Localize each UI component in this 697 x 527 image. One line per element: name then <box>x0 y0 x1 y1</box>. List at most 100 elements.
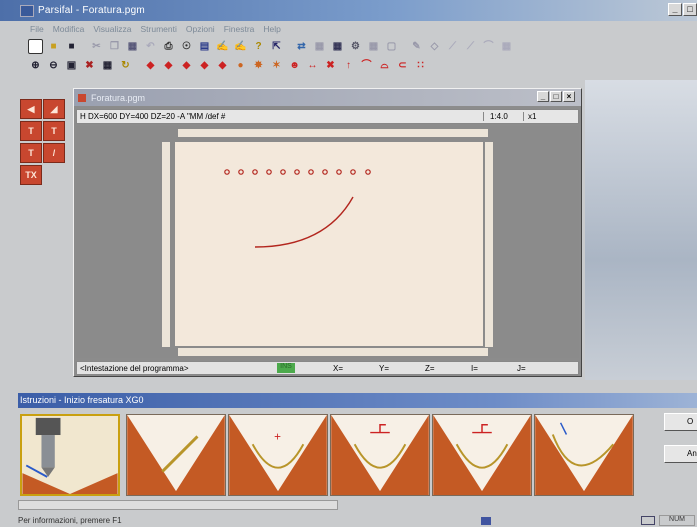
multiplier-field[interactable]: x1 <box>523 112 578 121</box>
status-indicator-icon <box>481 516 491 525</box>
document-icon <box>78 93 86 102</box>
pencil-icon[interactable]: ✎ <box>409 39 424 54</box>
arc-cw-icon[interactable]: ⌒ <box>359 58 374 73</box>
copy-icon[interactable]: ❐ <box>107 39 122 54</box>
grid-dots-icon[interactable]: ∷ <box>413 58 428 73</box>
settings-icon[interactable]: ⚙ <box>348 39 363 54</box>
ruler-left <box>162 142 170 347</box>
line-icon[interactable]: ⟋ <box>445 39 460 54</box>
instr-arc-tangent[interactable] <box>330 414 430 496</box>
new-icon[interactable] <box>28 39 43 54</box>
zoom-all-icon[interactable]: ✖ <box>82 58 97 73</box>
palette-drill-icon[interactable]: T <box>20 121 42 141</box>
instruction-palette: + O Ann <box>18 409 697 497</box>
command-line-input[interactable]: H DX=600 DY=400 DZ=20 -A "MM /def # <box>77 112 483 121</box>
doc-maximize-button[interactable]: □ <box>550 91 562 102</box>
view-icon[interactable]: ▢ <box>384 39 399 54</box>
palette-drill2-icon[interactable]: T <box>43 121 65 141</box>
scale-field[interactable]: 1:4.0 <box>483 112 523 121</box>
palette-drill3-icon[interactable]: T <box>20 143 42 163</box>
menu-strumenti[interactable]: Strumenti <box>140 24 176 34</box>
target-icon[interactable]: ☉ <box>179 39 194 54</box>
zoom-in-icon[interactable]: ⊕ <box>28 58 43 73</box>
layer4-icon[interactable]: ◆ <box>197 58 212 73</box>
zoom-window-icon[interactable]: ▣ <box>64 58 79 73</box>
pan-icon[interactable]: ▦ <box>100 58 115 73</box>
tool-palette: ◀ ◢ T T T / TX <box>20 99 68 187</box>
status-resize-icon <box>641 516 655 525</box>
svg-text:+: + <box>274 430 281 443</box>
palette-fill-icon[interactable]: ◀ <box>20 99 42 119</box>
menu-opzioni[interactable]: Opzioni <box>186 24 215 34</box>
person-icon[interactable]: ☻ <box>287 58 302 73</box>
command-bar: H DX=600 DY=400 DZ=20 -A "MM /def # 1:4.… <box>76 109 579 124</box>
drill-hole <box>294 169 300 175</box>
grid-icon[interactable]: ▦ <box>312 39 327 54</box>
print-icon[interactable]: ⎙ <box>161 39 176 54</box>
calc-icon[interactable]: ▦ <box>366 39 381 54</box>
mirror-y-icon[interactable]: ↑ <box>341 58 356 73</box>
menu-finestra[interactable]: Finestra <box>224 24 255 34</box>
shape-icon[interactable]: ◇ <box>427 39 442 54</box>
cancel-button[interactable]: Ann <box>664 445 697 463</box>
drill-icon[interactable]: ▤ <box>197 39 212 54</box>
app-title: Parsifal - Foratura.pgm <box>38 5 145 16</box>
arc-tangent-icon <box>331 415 429 495</box>
instructions-title: Istruzioni - Inizio fresatura XG0 <box>18 393 697 408</box>
ok-button[interactable]: O <box>664 413 697 431</box>
minimize-button[interactable]: _ <box>668 3 682 16</box>
move-x-icon[interactable]: ↔ <box>305 58 320 73</box>
drill-hole <box>252 169 258 175</box>
instr-line[interactable] <box>126 414 226 496</box>
instr-arc-point[interactable] <box>534 414 634 496</box>
coord-y: Y= <box>379 363 390 373</box>
paste-icon[interactable]: ▦ <box>125 39 140 54</box>
help-icon[interactable]: ? <box>251 39 266 54</box>
instr-arc-tangent-2[interactable] <box>432 414 532 496</box>
mirror-x-icon[interactable]: ✖ <box>323 58 338 73</box>
drawing-canvas[interactable] <box>76 126 579 358</box>
save-icon[interactable]: ■ <box>64 39 79 54</box>
menu-file[interactable]: File <box>30 24 44 34</box>
undo-icon[interactable]: ↶ <box>143 39 158 54</box>
tool2-icon[interactable]: ✍ <box>233 39 248 54</box>
ruler-bottom <box>178 348 488 356</box>
open-icon[interactable]: ■ <box>46 39 61 54</box>
zoom-out-icon[interactable]: ⊖ <box>46 58 61 73</box>
chamfer-icon[interactable]: ⊂ <box>395 58 410 73</box>
snap3-icon[interactable]: ✶ <box>269 58 284 73</box>
main-toolbar: ■ ■ ✂ ❐ ▦ ↶ ⎙ ☉ ▤ ✍ ✍ ? ⇱ ⇄ ▦ ▦ ⚙ ▦ ▢ ✎ … <box>28 37 697 56</box>
horizontal-scrollbar[interactable] <box>18 500 338 510</box>
snap2-icon[interactable]: ✸ <box>251 58 266 73</box>
layer5-icon[interactable]: ◆ <box>215 58 230 73</box>
restore-button[interactable]: □ <box>683 3 697 16</box>
arc-ccw-icon[interactable]: ⌓ <box>377 58 392 73</box>
keypad-icon[interactable]: ▦ <box>499 39 514 54</box>
layer3-icon[interactable]: ◆ <box>179 58 194 73</box>
flip-icon[interactable]: ⇄ <box>294 39 309 54</box>
workpiece-sheet[interactable] <box>175 142 483 346</box>
instr-arc-center[interactable]: + <box>228 414 328 496</box>
snap-icon[interactable]: ● <box>233 58 248 73</box>
menu-visualizza[interactable]: Visualizza <box>93 24 131 34</box>
ruler-top <box>178 129 488 137</box>
cut-icon[interactable]: ✂ <box>89 39 104 54</box>
table-icon[interactable]: ▦ <box>330 39 345 54</box>
cursor-icon[interactable]: ⟋ <box>463 39 478 54</box>
arc-icon[interactable]: ⌒ <box>481 39 496 54</box>
menu-help[interactable]: Help <box>263 24 280 34</box>
menu-modifica[interactable]: Modifica <box>53 24 85 34</box>
context-help-icon[interactable]: ⇱ <box>269 39 284 54</box>
instr-drill-tool[interactable] <box>20 414 120 496</box>
palette-cut-icon[interactable]: / <box>43 143 65 163</box>
layer1-icon[interactable]: ◆ <box>143 58 158 73</box>
drill-hole <box>280 169 286 175</box>
palette-tx-icon[interactable]: TX <box>20 165 42 185</box>
doc-minimize-button[interactable]: _ <box>537 91 549 102</box>
tool-icon[interactable]: ✍ <box>215 39 230 54</box>
document-window: Foratura.pgm _ □ × H DX=600 DY=400 DZ=20… <box>73 88 582 377</box>
palette-angle-icon[interactable]: ◢ <box>43 99 65 119</box>
redraw-icon[interactable]: ↻ <box>118 58 133 73</box>
layer2-icon[interactable]: ◆ <box>161 58 176 73</box>
doc-close-button[interactable]: × <box>563 91 575 102</box>
